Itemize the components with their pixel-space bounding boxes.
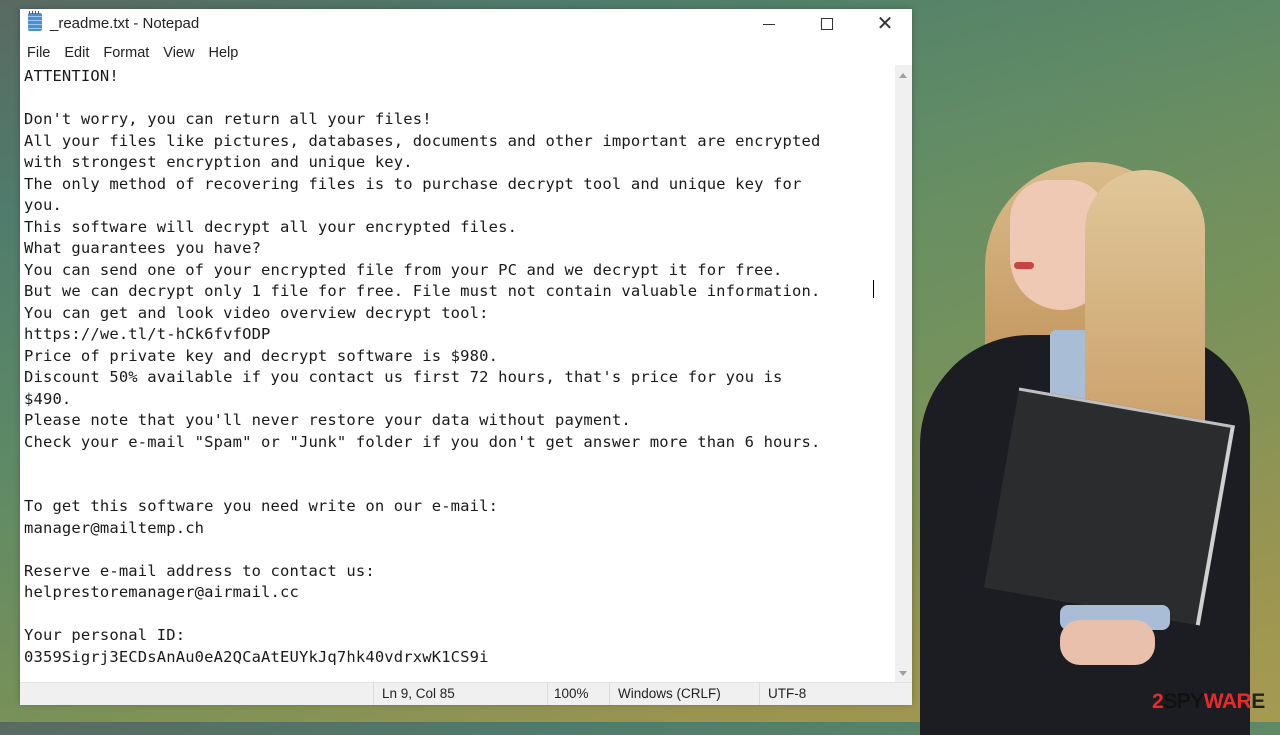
menu-view[interactable]: View [156,45,201,61]
close-icon: ✕ [876,13,894,35]
2spyware-logo: 2SPYWARE [1152,690,1265,714]
vertical-scrollbar[interactable] [895,65,912,682]
text-editor[interactable]: ATTENTION! Don't worry, you can return a… [20,65,895,682]
notepad-icon [28,11,42,31]
title-bar[interactable]: _readme.txt - Notepad ✕ [20,9,912,39]
status-bar: Ln 9, Col 85 100% Windows (CRLF) UTF-8 [20,682,912,705]
text-caret [873,280,874,298]
minimize-icon [763,23,775,25]
menu-help[interactable]: Help [201,45,245,61]
close-button[interactable]: ✕ [856,9,914,39]
document-text[interactable]: ATTENTION! Don't worry, you can return a… [20,65,895,668]
cursor-position: Ln 9, Col 85 [373,683,547,705]
logo-part-spy: SPY [1163,690,1205,714]
maximize-icon [821,18,833,30]
zoom-level: 100% [547,683,609,705]
person-illustration [910,150,1280,735]
menu-bar: File Edit Format View Help [20,41,912,65]
black-folder [984,387,1235,626]
encoding: UTF-8 [759,683,895,705]
maximize-button[interactable] [798,9,856,39]
scroll-up-arrow-icon[interactable] [899,73,907,78]
lips [1014,262,1034,269]
minimize-button[interactable] [740,9,798,39]
line-ending: Windows (CRLF) [609,683,759,705]
notepad-window: _readme.txt - Notepad ✕ File Edit Format… [20,9,912,705]
menu-format[interactable]: Format [96,45,156,61]
logo-part-2: 2 [1152,690,1164,713]
logo-part-e: E [1251,690,1265,713]
logo-part-war: WAR [1203,690,1252,713]
menu-file[interactable]: File [20,45,57,61]
menu-edit[interactable]: Edit [57,45,96,61]
window-title: _readme.txt - Notepad [50,15,200,32]
hands [1060,620,1155,665]
scroll-down-arrow-icon[interactable] [899,671,907,676]
